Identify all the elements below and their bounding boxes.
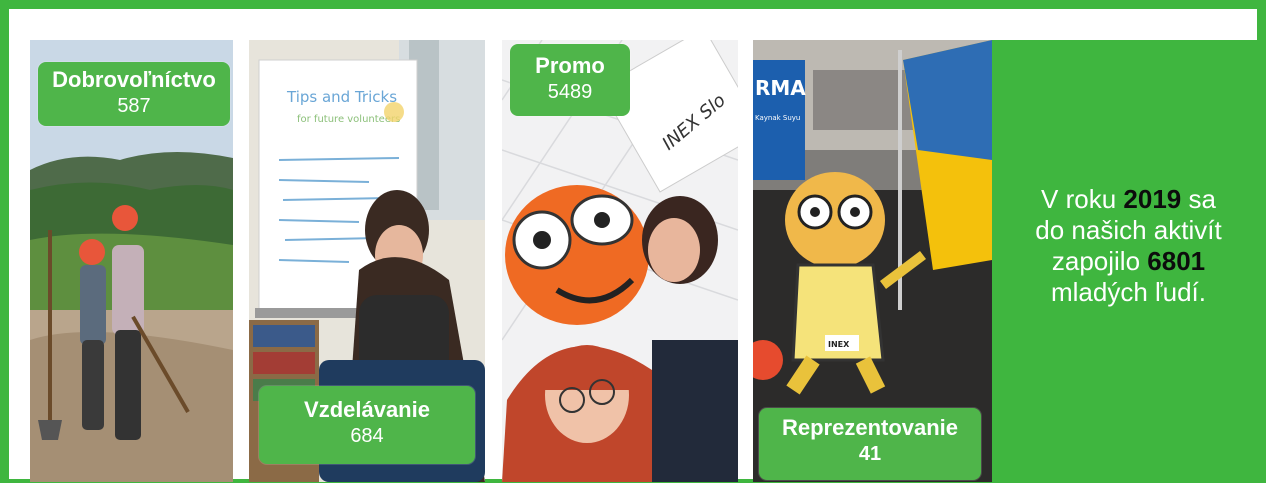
tile-label: Vzdelávanie [304,397,430,422]
tile-count: 684 [350,425,384,447]
bottle-label: RMA [755,76,806,100]
tile-badge-promo: Promo 5489 [510,44,630,116]
tile-badge-representation: Reprezentovanie 41 [759,408,981,480]
summary-panel: V roku 2019 sa do našich aktivít zapojil… [992,40,1265,482]
summary-text: V roku 2019 sa do našich aktivít zapojil… [1024,184,1234,308]
tile-label: Reprezentovanie [781,415,959,440]
photo-panel-representation: RMA Kaynak Suyu INEX Reprezentovanie 41 [753,40,992,482]
tile-badge-education: Vzdelávanie 684 [259,386,475,464]
tile-count: 41 [858,443,882,465]
summary-year: 2019 [1123,184,1182,214]
summary-suffix: mladých ľudí. [1051,277,1206,307]
flipchart-title: Tips and Tricks [286,88,397,106]
tile-label: Dobrovoľníctvo [52,67,216,92]
photo-panel-promo: INEX Slo Promo 5489 [502,40,738,482]
infographic-frame: Dobrovoľníctvo 587 Tips and Tricks for f… [0,0,1266,483]
summary-prefix: V roku [1041,184,1124,214]
photo-panel-volunteering: Dobrovoľníctvo 587 [30,40,233,482]
bottle-sublabel: Kaynak Suyu [755,114,800,122]
tile-label: Promo [535,53,605,78]
tile-count: 5489 [547,81,593,103]
mascot-badge-text: INEX [828,340,850,349]
tile-badge-volunteering: Dobrovoľníctvo 587 [38,62,230,126]
tile-count: 587 [117,95,151,117]
summary-total: 6801 [1147,246,1206,276]
photo-panel-education: Tips and Tricks for future volunteers Vz… [249,40,485,482]
